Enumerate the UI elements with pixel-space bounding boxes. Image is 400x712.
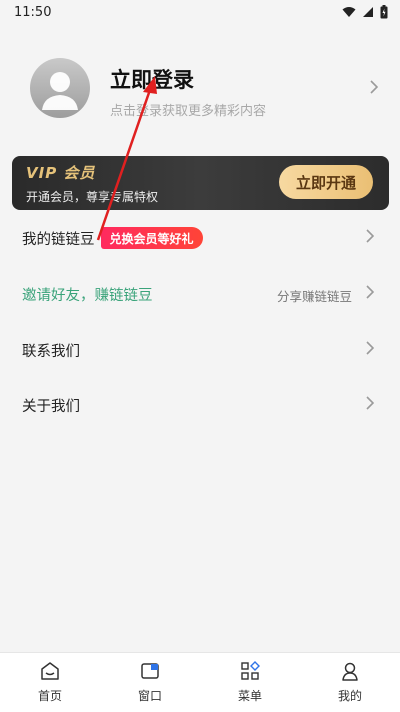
chevron-right-icon [366,227,375,248]
login-header[interactable]: 立即登录 点击登录获取更多精彩内容 [0,48,400,138]
menu-row-beans[interactable]: 我的链链豆 兑换会员等好礼 [0,218,400,258]
about-label: 关于我们 [22,398,80,415]
vip-card[interactable]: VIP 会员 开通会员，尊享专属特权 立即开通 [12,156,389,210]
menu-grid-icon [241,661,260,680]
status-time: 11:50 [14,4,52,20]
chevron-right-icon [366,394,375,415]
menu-row-invite[interactable]: 邀请好友，赚链链豆 分享赚链链豆 [0,274,400,314]
login-subtitle: 点击登录获取更多精彩内容 [110,104,267,119]
window-icon [141,663,159,679]
chevron-right-icon [366,339,375,360]
tab-menu-label: 菜单 [237,689,262,703]
status-bar: 11:50 [0,0,400,24]
invite-label: 邀请好友，赚链链豆 [22,287,153,304]
menu-row-contact[interactable]: 联系我们 [0,330,400,370]
home-icon [41,662,59,680]
avatar[interactable] [30,58,90,118]
login-title[interactable]: 立即登录 [110,64,194,94]
chevron-right-icon [370,78,379,99]
redeem-badge: 兑换会员等好礼 [100,227,203,249]
bottom-tab-bar: 首页 窗口 菜单 我的 [0,652,400,712]
tab-home-label: 首页 [37,689,62,703]
tab-window-label: 窗口 [137,689,162,703]
profile-icon [342,662,358,681]
contact-label: 联系我们 [22,343,80,360]
vip-description: 开通会员，尊享专属特权 [26,190,159,204]
tab-window[interactable]: 窗口 [100,653,200,712]
share-beans-text: 分享赚链链豆 [276,289,352,304]
signal-icon [363,7,373,17]
wifi-icon [342,7,356,17]
tab-home[interactable]: 首页 [0,653,100,712]
vip-logo: VIP 会员 [26,164,96,182]
tab-profile[interactable]: 我的 [300,653,400,712]
menu-row-about[interactable]: 关于我们 [0,385,400,425]
tab-menu[interactable]: 菜单 [200,653,300,712]
beans-label: 我的链链豆 [22,231,95,248]
battery-icon [380,5,388,19]
default-avatar-icon [42,72,78,110]
vip-open-button[interactable]: 立即开通 [279,165,373,199]
tab-profile-label: 我的 [337,689,362,703]
status-icons [342,5,388,19]
chevron-right-icon [366,283,375,304]
